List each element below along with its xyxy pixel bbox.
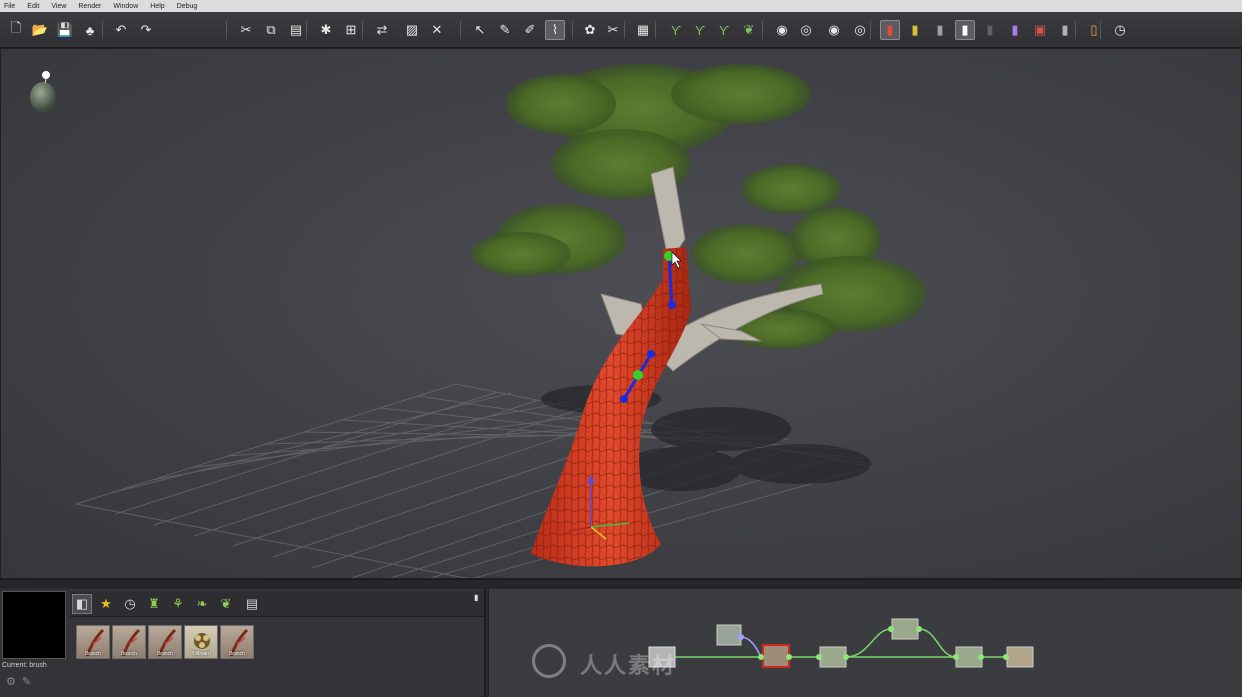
menu-debug[interactable]: Debug: [177, 3, 198, 10]
3d-viewport[interactable]: [0, 48, 1242, 579]
watermark-logo: [532, 644, 566, 678]
menu-file[interactable]: File: [4, 3, 15, 10]
brush-edit-icon[interactable]: ✎: [22, 675, 31, 688]
open-icon[interactable]: 📂: [30, 20, 50, 40]
category-brushes-icon[interactable]: ◧: [72, 594, 92, 614]
speedtree-modeler-window: File Edit View Render Window Help Debug …: [0, 0, 1242, 697]
toolbar-separator: [306, 21, 307, 39]
branch-tool-2-icon[interactable]: ϒ: [690, 20, 710, 40]
toolbar-separator: [762, 21, 763, 39]
current-brush-label: Current: brush: [2, 662, 47, 669]
export-tree-icon[interactable]: ♣: [80, 20, 100, 40]
pencil-icon[interactable]: ✐: [520, 20, 540, 40]
menu-window[interactable]: Window: [113, 3, 138, 10]
pen-icon[interactable]: ✎: [495, 20, 515, 40]
prune-icon[interactable]: ✂: [603, 20, 623, 40]
brush-item-label: Branch: [157, 651, 173, 657]
material-gray-icon[interactable]: ▮: [930, 20, 950, 40]
material-white-icon[interactable]: ▮: [955, 20, 975, 40]
menu-view[interactable]: View: [51, 3, 66, 10]
category-billboard-icon[interactable]: ▤: [242, 594, 262, 614]
node-edit-icon[interactable]: ↖: [470, 20, 490, 40]
branch-tool-3-icon[interactable]: ϒ: [714, 20, 734, 40]
copy-icon[interactable]: ⧉: [261, 20, 281, 40]
camera-2-icon[interactable]: ◎: [796, 20, 816, 40]
menu-edit[interactable]: Edit: [27, 3, 39, 10]
pin-icon[interactable]: ▮: [474, 593, 480, 611]
undo-icon[interactable]: ↶: [111, 20, 131, 40]
branch-tool-1-icon[interactable]: ϒ: [666, 20, 686, 40]
brush-add-icon[interactable]: ⚙: [6, 675, 16, 688]
camera-4-icon[interactable]: ◎: [850, 20, 870, 40]
brush-item-label: Billboard: [191, 651, 211, 657]
brush-category-bar: ◧ ★ ◷ ♜ ⚘ ❧ ❦ ▤: [70, 591, 484, 617]
main-toolbar: 🗋 📂 💾 ♣ ↶ ↷ ✂ ⧉ ▤ ✱ ⊞ ⇄ ▨ ✕ ↖ ✎ ✐ ⌇ ✿ ✂ ▦ ϒ ϒ ϒ ❦ ◉ ◎ ◉ ◎ ▮ ▮ ▮ ▮ ▮ ▮ ▣ ▮ ▯ ◷: [0, 12, 1242, 48]
toolbar-separator: [1075, 21, 1076, 39]
menu-render[interactable]: Render: [78, 3, 101, 10]
save-icon[interactable]: 💾: [55, 20, 75, 40]
brush-tools: ⚙ ✎: [6, 675, 31, 688]
brush-item[interactable]: Branch: [112, 625, 146, 659]
material-purple-icon[interactable]: ▮: [1005, 20, 1025, 40]
new-icon[interactable]: 🗋: [6, 20, 26, 40]
cut-icon[interactable]: ✂: [236, 20, 256, 40]
category-recent-icon[interactable]: ◷: [120, 594, 140, 614]
tree-foliage: [471, 64, 926, 349]
ruler-icon[interactable]: ▯: [1084, 20, 1104, 40]
menu-help[interactable]: Help: [150, 3, 164, 10]
brush-item[interactable]: Branch: [220, 625, 254, 659]
toolbar-separator: [226, 21, 227, 39]
orientation-sphere[interactable]: [30, 71, 56, 112]
brush-item[interactable]: Branch: [148, 625, 182, 659]
toolbar-separator: [362, 21, 363, 39]
camera-1-icon[interactable]: ◉: [772, 20, 792, 40]
category-fronds-icon[interactable]: ❧: [192, 594, 212, 614]
material-stack-icon[interactable]: ▮: [1055, 20, 1075, 40]
generator-graph: [648, 618, 1034, 668]
compass-icon[interactable]: ◷: [1110, 20, 1130, 40]
generator-brush-panel: Current: brush ⚙ ✎ ◧ ★ ◷ ♜ ⚘ ❧ ❦ ▤ ▮ Branch Bran…: [0, 589, 486, 697]
redo-icon[interactable]: ↷: [136, 20, 156, 40]
brush-list: Branch Branch Branch Billboard Branch: [76, 625, 254, 659]
brush-item-label: Branch: [229, 651, 245, 657]
brush-preview: [2, 591, 66, 659]
brush-item-label: Branch: [121, 651, 137, 657]
spine-edit-icon[interactable]: ⌇: [545, 20, 565, 40]
toolbar-separator: [624, 21, 625, 39]
brush-item[interactable]: Branch: [76, 625, 110, 659]
material-dark-icon[interactable]: ▮: [980, 20, 1000, 40]
watermark-text: 人人素材: [580, 654, 677, 679]
select-all-icon[interactable]: ⊞: [341, 20, 361, 40]
disable-icon[interactable]: ▨: [402, 20, 422, 40]
category-branch-icon[interactable]: ⚘: [168, 594, 188, 614]
generation-graph-panel[interactable]: [488, 589, 1242, 697]
panel-splitter[interactable]: [0, 579, 1242, 589]
material-red-icon[interactable]: ▮: [880, 20, 900, 40]
brush-item-label: Branch: [85, 651, 101, 657]
toolbar-separator: [655, 21, 656, 39]
category-leaves-icon[interactable]: ❦: [216, 594, 236, 614]
leaf-paint-icon[interactable]: ✿: [580, 20, 600, 40]
menu-bar: File Edit View Render Window Help Debug: [0, 0, 1242, 12]
category-trunk-icon[interactable]: ♜: [144, 594, 164, 614]
scene-render: [30, 64, 926, 578]
swap-icon[interactable]: ⇄: [372, 20, 392, 40]
leaf-tool-icon[interactable]: ❦: [739, 20, 759, 40]
graph-nodes[interactable]: [648, 618, 1034, 668]
material-yellow-icon[interactable]: ▮: [905, 20, 925, 40]
toolbar-separator: [572, 21, 573, 39]
brush-item[interactable]: Billboard: [184, 625, 218, 659]
delete-icon[interactable]: ✕: [427, 20, 447, 40]
toolbar-separator: [870, 21, 871, 39]
camera-3-icon[interactable]: ◉: [824, 20, 844, 40]
toolbar-separator: [102, 21, 103, 39]
paste-icon[interactable]: ▤: [286, 20, 306, 40]
select-node-icon[interactable]: ✱: [316, 20, 336, 40]
toolbar-separator: [460, 21, 461, 39]
grid-icon[interactable]: ▦: [633, 20, 653, 40]
category-favorites-icon[interactable]: ★: [96, 594, 116, 614]
material-wind-icon[interactable]: ▣: [1030, 20, 1050, 40]
